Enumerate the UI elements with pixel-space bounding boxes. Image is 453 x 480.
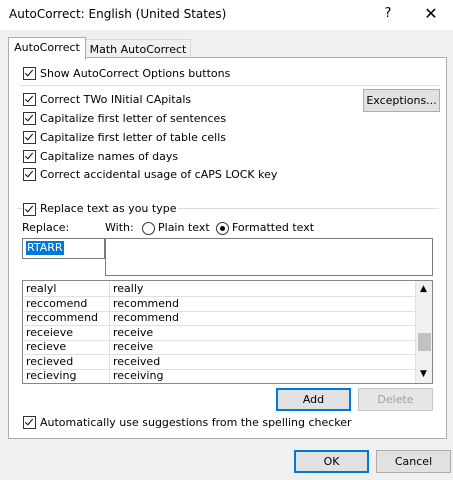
cap-sentences-checkbox[interactable]: [23, 112, 36, 125]
separator: [20, 85, 440, 86]
entry-replace: recieve: [26, 340, 67, 353]
window-title: AutoCorrect: English (United States): [9, 7, 227, 21]
entry-replace: recieved: [26, 354, 74, 368]
cancel-button[interactable]: Cancel: [376, 450, 451, 473]
title-bar: AutoCorrect: English (United States) ? ✕: [0, 0, 453, 30]
entry-with: received: [109, 353, 160, 369]
help-button[interactable]: ?: [378, 3, 398, 25]
table-row[interactable]: recieving receiving: [23, 368, 415, 383]
delete-button[interactable]: Delete: [358, 388, 433, 411]
entries-scrollbar[interactable]: ▲ ▼: [415, 281, 432, 383]
show-options-checkbox[interactable]: [23, 67, 36, 80]
replace-input[interactable]: RTARR: [22, 238, 105, 259]
entry-with: receiving: [109, 368, 163, 383]
caps-lock-checkbox[interactable]: [23, 168, 36, 181]
show-options-label: Show AutoCorrect Options buttons: [40, 67, 231, 80]
tab-autocorrect[interactable]: AutoCorrect: [8, 37, 86, 60]
entry-replace: reccommend: [26, 311, 99, 324]
entries-list[interactable]: realyl really reccomend recommend reccommend…: [22, 280, 433, 384]
spelling-suggestions-checkbox[interactable]: [23, 416, 36, 429]
replace-as-you-type-checkbox[interactable]: [23, 203, 36, 216]
cap-table-cells-checkbox[interactable]: [23, 131, 36, 144]
plain-text-radio[interactable]: [142, 222, 155, 235]
entry-with: recommend: [109, 310, 179, 325]
cap-sentences-label: Capitalize first letter of sentences: [40, 112, 227, 125]
cap-table-cells-label: Capitalize first letter of table cells: [40, 131, 227, 144]
with-label: With:: [105, 221, 134, 234]
formatted-text-label: Formatted text: [232, 221, 315, 234]
exceptions-button[interactable]: Exceptions...: [363, 89, 440, 112]
replace-as-you-type-label: Replace text as you type: [38, 202, 179, 215]
entry-replace: reccomend: [26, 296, 88, 310]
add-button[interactable]: Add: [276, 388, 351, 411]
with-input[interactable]: [105, 238, 433, 276]
replace-input-value: RTARR: [26, 241, 64, 255]
scroll-up-icon[interactable]: ▲: [420, 284, 427, 294]
entry-replace: realyl: [26, 282, 57, 295]
replace-label: Replace:: [22, 221, 70, 234]
plain-text-label: Plain text: [158, 221, 210, 234]
cap-days-label: Capitalize names of days: [40, 150, 179, 163]
cap-days-checkbox[interactable]: [23, 150, 36, 163]
close-button[interactable]: ✕: [420, 3, 442, 25]
formatted-text-radio[interactable]: [216, 222, 229, 235]
correct-two-initial-checkbox[interactable]: [23, 93, 36, 106]
caps-lock-label: Correct accidental usage of cAPS LOCK ke…: [40, 168, 278, 181]
scroll-thumb[interactable]: [418, 333, 431, 351]
entry-with: receive: [109, 324, 153, 340]
entry-replace: recieving: [26, 369, 77, 382]
entry-with: receive: [109, 339, 153, 354]
entry-with: recommend: [109, 295, 179, 311]
ok-button[interactable]: OK: [294, 450, 369, 473]
scroll-down-icon[interactable]: ▼: [420, 369, 427, 379]
correct-two-initial-label: Correct TWo INitial CApitals: [40, 93, 192, 106]
entry-with: really: [109, 281, 143, 296]
entry-replace: receieve: [26, 325, 73, 339]
spelling-suggestions-label: Automatically use suggestions from the s…: [40, 416, 352, 429]
